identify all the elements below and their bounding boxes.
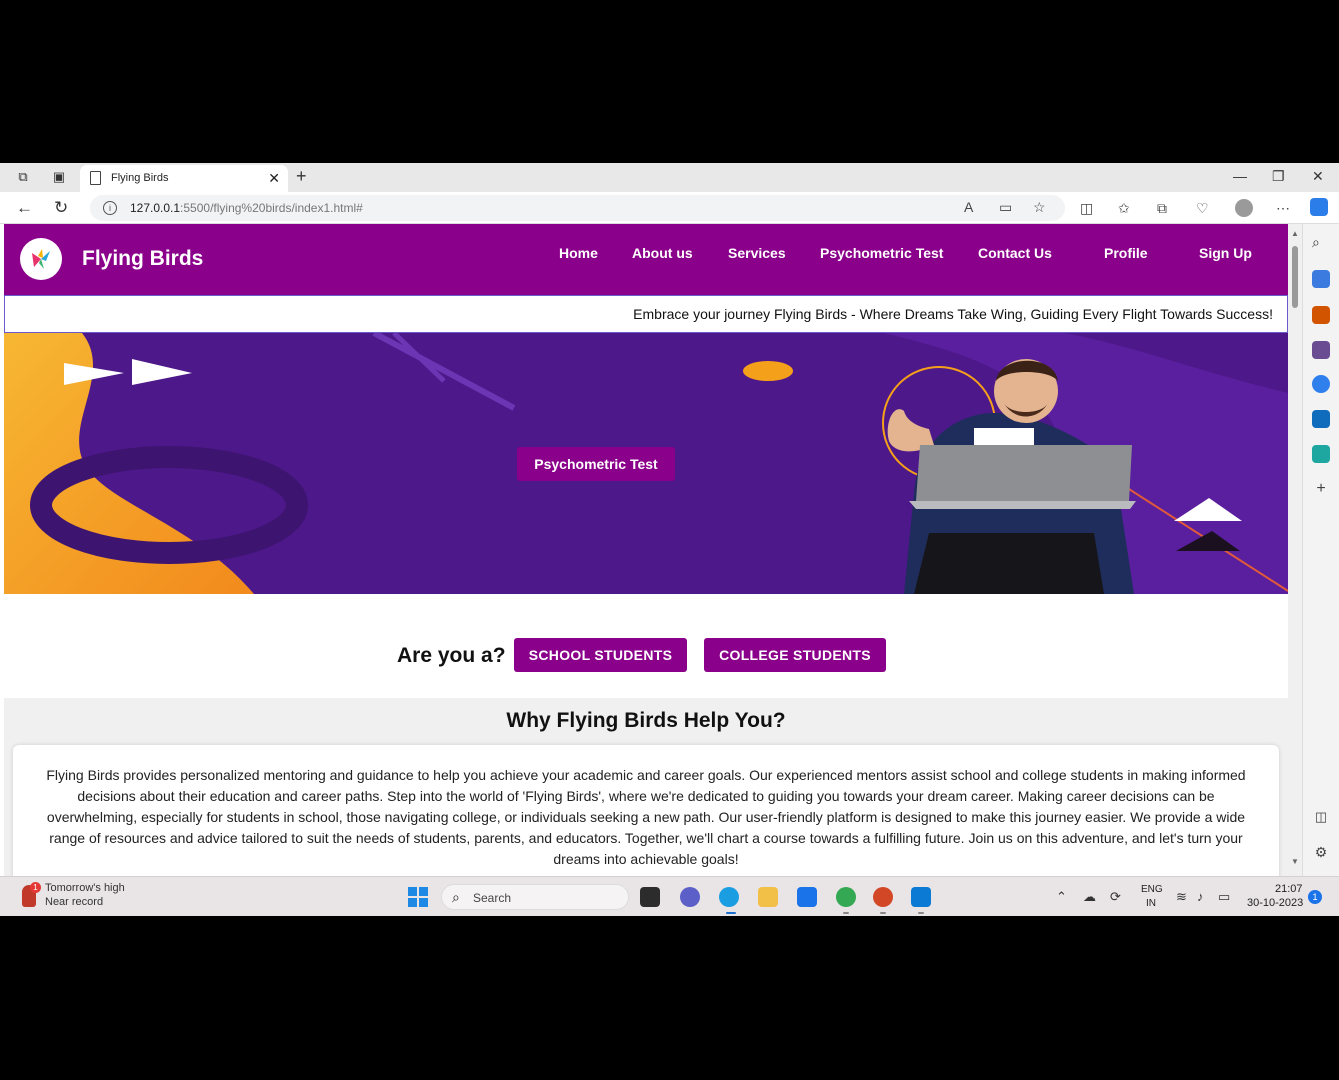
sidebar-settings-icon[interactable]: ⚙ bbox=[1312, 844, 1330, 862]
why-description: Flying Birds provides personalized mento… bbox=[46, 767, 1246, 867]
powerpoint-task-icon[interactable] bbox=[873, 887, 893, 907]
weather-alert-badge: 1 bbox=[30, 882, 41, 893]
audience-question: Are you a? bbox=[397, 644, 506, 667]
sync-icon[interactable]: ⟳ bbox=[1110, 889, 1121, 905]
sidebar-tools-icon[interactable] bbox=[1312, 306, 1330, 324]
browser-tab[interactable]: Flying Birds ✕ bbox=[80, 165, 288, 192]
browser-tab-bar: ⧉ ▣ Flying Birds ✕ + — ❐ ✕ bbox=[0, 163, 1339, 192]
sidebar-add-icon[interactable]: + bbox=[1312, 480, 1330, 498]
browser-toolbar: ← ↻ i 127.0.0.1:5500/flying%20birds/inde… bbox=[0, 192, 1339, 224]
sidebar-search-icon[interactable]: ⌕ bbox=[1312, 234, 1330, 252]
profile-avatar[interactable] bbox=[1235, 199, 1253, 217]
vscode-indicator bbox=[918, 912, 924, 914]
immersive-reader-icon[interactable]: ▭ bbox=[999, 199, 1012, 216]
workspaces-icon[interactable]: ⧉ bbox=[15, 169, 31, 185]
favorite-star-icon[interactable]: ☆ bbox=[1033, 199, 1046, 216]
sidebar-drop-icon[interactable] bbox=[1312, 445, 1330, 463]
wifi-icon[interactable]: ≋ bbox=[1176, 889, 1187, 905]
chrome-task-icon[interactable] bbox=[836, 887, 856, 907]
split-screen-icon[interactable]: ◫ bbox=[1080, 200, 1093, 217]
notification-badge[interactable]: 1 bbox=[1308, 890, 1322, 904]
powerpoint-indicator bbox=[880, 912, 886, 914]
windows-taskbar: 1 Tomorrow's high Near record ⌕ Search ⌃… bbox=[0, 876, 1339, 916]
page-icon bbox=[90, 171, 101, 185]
address-bar[interactable]: i 127.0.0.1:5500/flying%20birds/index1.h… bbox=[90, 195, 1065, 221]
tab-actions-icon[interactable]: ▣ bbox=[51, 169, 67, 185]
clock-date[interactable]: 30-10-2023 bbox=[1247, 897, 1303, 909]
new-tab-button[interactable]: + bbox=[296, 166, 307, 187]
copilot-icon[interactable] bbox=[1310, 198, 1328, 216]
nav-services[interactable]: Services bbox=[728, 245, 786, 261]
web-page: Flying Birds Home About us Services Psyc… bbox=[4, 224, 1288, 876]
onedrive-icon[interactable]: ☁ bbox=[1083, 889, 1096, 905]
nav-home[interactable]: Home bbox=[559, 245, 598, 261]
sidebar-games-icon[interactable] bbox=[1312, 341, 1330, 359]
tagline-text: Embrace your journey Flying Birds - Wher… bbox=[633, 306, 1273, 322]
collections-icon[interactable]: ⧉ bbox=[1157, 200, 1167, 217]
college-students-button[interactable]: COLLEGE STUDENTS bbox=[704, 638, 886, 672]
tab-close-icon[interactable]: ✕ bbox=[268, 170, 280, 187]
audience-selector: Are you a? SCHOOL STUDENTS COLLEGE STUDE… bbox=[4, 594, 1288, 698]
edge-active-indicator bbox=[726, 912, 736, 914]
site-navbar: Flying Birds Home About us Services Psyc… bbox=[4, 224, 1288, 295]
tagline-marquee: Embrace your journey Flying Birds - Wher… bbox=[4, 295, 1288, 333]
why-title: Why Flying Birds Help You? bbox=[506, 709, 786, 732]
edge-task-icon[interactable] bbox=[719, 887, 739, 907]
back-button[interactable]: ← bbox=[16, 198, 33, 218]
search-icon: ⌕ bbox=[452, 889, 460, 905]
input-language[interactable]: ENG bbox=[1141, 884, 1163, 895]
windows-start-icon[interactable] bbox=[408, 887, 428, 907]
nav-sign-up[interactable]: Sign Up bbox=[1199, 245, 1252, 261]
weather-line-1[interactable]: Tomorrow's high bbox=[45, 882, 125, 894]
show-hidden-icons[interactable]: ⌃ bbox=[1056, 889, 1067, 905]
hero-psychometric-test-button[interactable]: Psychometric Test bbox=[517, 447, 675, 481]
teams-task-icon[interactable] bbox=[680, 887, 700, 907]
scroll-up-arrow[interactable]: ▲ bbox=[1291, 229, 1299, 238]
sidebar-shopping-icon[interactable] bbox=[1312, 270, 1330, 288]
tab-title: Flying Birds bbox=[111, 172, 169, 184]
volume-icon[interactable]: ♪ bbox=[1197, 889, 1204, 904]
hero-banner: Psychometric Test bbox=[4, 333, 1288, 594]
close-window-button[interactable]: ✕ bbox=[1312, 168, 1324, 185]
mail-task-icon[interactable] bbox=[797, 887, 817, 907]
brand-name[interactable]: Flying Birds bbox=[82, 247, 203, 271]
clock-time[interactable]: 21:07 bbox=[1275, 883, 1303, 895]
favorites-icon[interactable]: ✩ bbox=[1118, 200, 1130, 217]
minimize-button[interactable]: — bbox=[1233, 168, 1247, 184]
refresh-button[interactable]: ↻ bbox=[54, 198, 68, 218]
file-explorer-task-icon[interactable] bbox=[640, 887, 660, 907]
scroll-thumb[interactable] bbox=[1292, 246, 1298, 308]
bird-logo-icon bbox=[32, 249, 50, 269]
chrome-indicator bbox=[843, 912, 849, 914]
battery-icon[interactable]: ▭ bbox=[1218, 889, 1230, 905]
url-text[interactable]: 127.0.0.1:5500/flying%20birds/index1.htm… bbox=[130, 201, 363, 215]
folder-task-icon[interactable] bbox=[758, 887, 778, 907]
school-students-button[interactable]: SCHOOL STUDENTS bbox=[514, 638, 687, 672]
restore-button[interactable]: ❐ bbox=[1272, 168, 1285, 185]
sidebar-outlook-icon[interactable] bbox=[1312, 410, 1330, 428]
sidebar-hide-icon[interactable]: ◫ bbox=[1312, 809, 1330, 827]
vscode-task-icon[interactable] bbox=[911, 887, 931, 907]
site-info-icon[interactable]: i bbox=[103, 201, 117, 215]
taskbar-search[interactable]: ⌕ Search bbox=[441, 884, 629, 910]
sidebar-office-icon[interactable] bbox=[1312, 375, 1330, 393]
why-card: Flying Birds provides personalized mento… bbox=[13, 745, 1279, 876]
nav-contact-us[interactable]: Contact Us bbox=[978, 245, 1052, 261]
nav-psychometric-test[interactable]: Psychometric Test bbox=[820, 245, 943, 261]
scroll-down-arrow[interactable]: ▼ bbox=[1291, 857, 1299, 866]
browser-essentials-icon[interactable]: ♡ bbox=[1196, 200, 1209, 217]
nav-about-us[interactable]: About us bbox=[632, 245, 693, 261]
edge-sidebar: ⌕ + ◫ ⚙ bbox=[1302, 224, 1339, 876]
search-label: Search bbox=[473, 891, 512, 905]
why-section: Why Flying Birds Help You? Flying Birds … bbox=[4, 698, 1288, 876]
site-logo[interactable] bbox=[20, 238, 62, 280]
nav-profile[interactable]: Profile bbox=[1104, 245, 1148, 261]
read-aloud-icon[interactable]: A bbox=[964, 199, 973, 215]
weather-line-2[interactable]: Near record bbox=[45, 896, 103, 908]
more-menu-icon[interactable]: ⋯ bbox=[1276, 200, 1290, 217]
input-region[interactable]: IN bbox=[1146, 898, 1156, 909]
screen: ⧉ ▣ Flying Birds ✕ + — ❐ ✕ ← ↻ i 127.0.0… bbox=[0, 163, 1339, 916]
page-scrollbar[interactable]: ▲ ▼ bbox=[1288, 224, 1302, 876]
